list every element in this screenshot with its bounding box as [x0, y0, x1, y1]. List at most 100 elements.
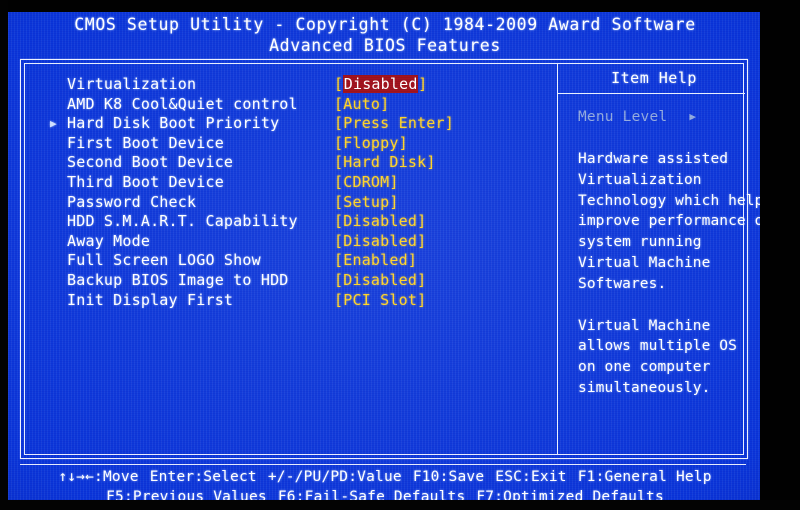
footer-keybindings: ↑↓→←:Move Enter:Select +/-/PU/PD:Value F10:… — [8, 468, 762, 502]
bios-option-value-text: Auto — [343, 94, 381, 113]
bios-option-value-text: Floppy — [343, 133, 399, 152]
value-bracket-close: ] — [444, 114, 455, 133]
bezel-right — [760, 0, 800, 510]
bezel-bottom — [0, 500, 800, 510]
bezel-top — [0, 0, 800, 12]
crt-screen: CMOS Setup Utility - Copyright (C) 1984-… — [8, 12, 762, 502]
bios-option-value[interactable]: [Disabled] — [334, 212, 426, 232]
main-frame: Virtualization [Disabled] AMD K8 Cool&Quie… — [20, 59, 762, 459]
bios-option-label: Away Mode — [67, 231, 151, 250]
footer-key-hint[interactable]: F10:Save — [413, 468, 484, 488]
bezel-left — [0, 0, 8, 510]
footer-key-hint[interactable]: ESC:Exit — [495, 468, 566, 488]
value-bracket-close: ] — [380, 94, 390, 113]
bios-option-value-text: PCI Slot — [343, 290, 418, 309]
bios-option-label: First Boot Device — [67, 133, 224, 152]
footer-separator — [20, 464, 746, 465]
value-bracket-close: ] — [389, 172, 399, 191]
value-bracket-open: [ — [334, 251, 344, 270]
bios-option-value-text: Disabled — [343, 270, 418, 289]
bios-option-row[interactable]: Second Boot Device [Hard Disk] — [67, 153, 547, 173]
bios-option-value[interactable]: [Disabled] — [334, 232, 426, 252]
bios-option-label: AMD K8 Cool&Quiet control — [67, 94, 298, 113]
menu-level-row: Menu Level ▶ — [578, 106, 748, 128]
value-bracket-close: ] — [417, 290, 427, 309]
value-bracket-open: [ — [334, 75, 344, 93]
bios-option-value[interactable]: [Enabled] — [334, 251, 417, 271]
menu-level-label: Menu Level — [578, 109, 668, 125]
bios-option-value-text: CDROM — [343, 172, 390, 191]
help-text-line: Virtual Machine — [578, 254, 711, 271]
bios-option-row[interactable]: Backup BIOS Image to HDD [Disabled] — [67, 271, 547, 291]
footer-key-hint[interactable]: F1:General Help — [578, 468, 712, 488]
bios-option-row[interactable]: Full Screen LOGO Show [Enabled] — [67, 251, 547, 271]
value-bracket-open: [ — [334, 133, 344, 152]
bios-option-value[interactable]: [Disabled] — [334, 75, 427, 95]
footer-key-hint[interactable]: Enter:Select — [150, 468, 257, 488]
bios-option-label: Password Check — [67, 192, 197, 211]
footer-row-primary: ↑↓→←:Move Enter:Select +/-/PU/PD:Value F10:… — [8, 468, 762, 488]
panel-divider — [557, 64, 558, 454]
item-help-rule — [557, 93, 745, 94]
bios-option-value-text: Disabled — [343, 212, 418, 231]
help-text-line: on one computer — [578, 359, 711, 376]
bios-option-row[interactable]: Away Mode [Disabled] — [67, 232, 547, 252]
bios-option-value[interactable]: [PCI Slot] — [334, 291, 426, 311]
value-bracket-open: [ — [334, 231, 344, 250]
value-bracket-close: ] — [417, 270, 427, 289]
help-paragraph-virtualization: Hardware assisted Virtualization Technolog… — [578, 149, 762, 295]
title-block: CMOS Setup Utility - Copyright (C) 1984-… — [8, 14, 762, 56]
bios-option-value[interactable]: [CDROM] — [334, 173, 399, 193]
value-bracket-close: ] — [417, 212, 427, 231]
value-bracket-open: [ — [334, 212, 344, 231]
item-help-panel: Item Help Menu Level ▶ Hardware assisted V… — [557, 64, 762, 454]
bios-option-value[interactable]: [Setup] — [334, 193, 399, 213]
bios-option-value[interactable]: [Auto] — [334, 95, 389, 115]
bios-option-value[interactable]: [Disabled] — [334, 271, 426, 291]
value-bracket-close: ] — [407, 251, 418, 270]
bios-option-row[interactable]: ▶ Hard Disk Boot Priority [Press Enter] — [50, 114, 547, 134]
utility-title-line: CMOS Setup Utility - Copyright (C) 1984-… — [74, 15, 696, 34]
help-paragraph-virtual-machine: Virtual Machine allows multiple OS on one … — [578, 316, 748, 399]
value-bracket-open: [ — [334, 114, 344, 133]
item-help-body: Menu Level ▶ Hardware assisted Virtualizat… — [578, 106, 762, 399]
value-bracket-open: [ — [334, 192, 344, 211]
footer-key-hint[interactable]: ↑↓→←:Move — [58, 468, 138, 488]
bios-option-value-text: Hard Disk — [343, 153, 427, 172]
bios-option-label: Virtualization — [67, 75, 197, 93]
bios-option-row[interactable]: First Boot Device [Floppy] — [67, 134, 547, 154]
help-text-line: system running — [578, 234, 702, 251]
help-text-line: Virtualization — [578, 171, 702, 188]
footer-key-hint[interactable]: +/-/PU/PD:Value — [268, 468, 402, 488]
bios-option-row[interactable]: HDD S.M.A.R.T. Capability [Disabled] — [67, 212, 547, 232]
menu-level-arrow-icon: ▶ — [689, 110, 697, 123]
value-bracket-close: ] — [426, 153, 436, 172]
bios-option-row[interactable]: Third Boot Device [CDROM] — [67, 173, 547, 193]
bios-option-value[interactable]: [Hard Disk] — [334, 153, 436, 173]
help-text-line: allows multiple OS — [578, 338, 737, 355]
bios-option-row[interactable]: Init Display First [PCI Slot] — [67, 291, 547, 311]
value-bracket-open: [ — [334, 270, 344, 289]
bios-option-label: Third Boot Device — [67, 172, 224, 191]
value-bracket-open: [ — [334, 172, 344, 191]
bios-option-label: Backup BIOS Image to HDD — [67, 270, 289, 289]
help-text-line: Virtual Machine — [578, 317, 711, 334]
bios-option-row[interactable]: AMD K8 Cool&Quiet control [Auto] — [67, 95, 547, 115]
bios-option-row[interactable]: Password Check [Setup] — [67, 193, 547, 213]
bios-option-label: Hard Disk Boot Priority — [67, 114, 280, 133]
bios-option-value-text: Setup — [343, 192, 390, 211]
bios-option-value-selected: Disabled — [343, 75, 419, 93]
bios-option-row[interactable]: Virtualization [Disabled] — [67, 75, 547, 95]
help-text-line: Softwares. — [578, 275, 667, 292]
item-help-title: Item Help — [611, 69, 697, 87]
bios-option-value-text: Disabled — [343, 231, 418, 250]
bios-option-label: Second Boot Device — [67, 153, 234, 172]
help-text-line: Hardware assisted — [578, 151, 729, 167]
bios-option-value[interactable]: [Floppy] — [334, 134, 408, 154]
bios-option-value-text: Enabled — [343, 251, 408, 270]
value-bracket-open: [ — [334, 153, 344, 172]
bios-option-label: Full Screen LOGO Show — [67, 251, 261, 270]
value-bracket-open: [ — [334, 94, 344, 113]
bios-option-label: Init Display First — [67, 290, 234, 309]
bios-option-value[interactable]: [Press Enter] — [334, 114, 454, 134]
